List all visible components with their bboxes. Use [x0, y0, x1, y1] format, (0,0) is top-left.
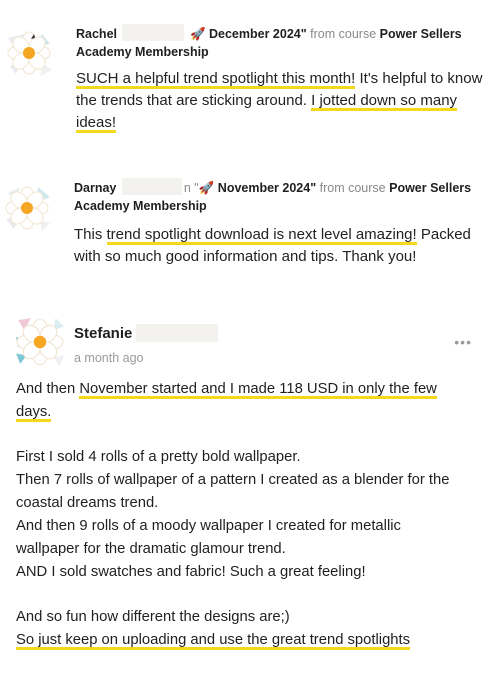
comment-card-stefanie: Stefanie a month ago ••• And then Novemb…	[0, 300, 500, 668]
course-name: Power Sellers	[389, 181, 472, 195]
highlight-text: So just keep on uploading and use the gr…	[16, 632, 411, 650]
comment-line: And so fun how different the designs are…	[16, 609, 290, 625]
comment-timestamp: a month ago	[74, 351, 144, 365]
redacted-block	[122, 24, 185, 41]
course-name-line2: Academy Membership	[74, 199, 207, 213]
highlight-text: I jotted down so many	[311, 92, 458, 111]
review-body: This trend spotlight download is next le…	[74, 224, 492, 268]
commenter-name-row: Stefanie	[74, 324, 219, 342]
reviewer-name: Rachel	[76, 27, 117, 41]
comment-text: And then	[16, 381, 80, 397]
review-meta: Rachel 🚀 December 2024" from course Powe…	[76, 24, 476, 61]
comment-line: First I sold 4 rolls of a pretty bold wa…	[16, 449, 301, 465]
review-meta: Darnay n "🚀 November 2024" from course P…	[74, 178, 486, 215]
highlight-text: November started and I made 118 USD in o…	[79, 381, 437, 399]
course-name-line2: Academy Membership	[76, 45, 209, 59]
from-course-label: from course	[310, 27, 377, 41]
highlight-text: trend spotlight download is next level a…	[106, 226, 417, 245]
reviewer-name: Darnay	[74, 181, 117, 195]
highlight-text: days.	[16, 404, 52, 422]
flower-avatar-icon	[7, 31, 52, 76]
redacted-block	[136, 324, 219, 342]
review-text: This	[74, 226, 107, 243]
comment-line: coastal dreams trend.	[16, 495, 159, 511]
product-name: 🚀 December 2024"	[189, 27, 307, 41]
comment-line: Then 7 rolls of wallpaper of a pattern I…	[16, 472, 450, 488]
review-body: SUCH a helpful trend spotlight this mont…	[76, 68, 488, 134]
product-name: 🚀 November 2024"	[198, 181, 317, 195]
redacted-block	[121, 178, 182, 195]
product-prefix: n "	[183, 181, 199, 195]
course-name: Power Sellers	[379, 27, 462, 41]
commenter-name: Stefanie	[74, 325, 133, 342]
highlight-text: ideas!	[76, 114, 117, 133]
flower-avatar-icon	[16, 318, 64, 366]
comment-line: AND I sold swatches and fabric! Such a g…	[16, 564, 366, 580]
comment-body: And then November started and I made 118…	[16, 378, 486, 652]
highlight-text: SUCH a helpful trend spotlight this mont…	[76, 70, 356, 89]
comment-line: wallpaper for the dramatic glamour trend…	[16, 541, 286, 557]
more-options-icon[interactable]: •••	[454, 334, 472, 350]
flower-avatar-icon	[5, 186, 50, 231]
comment-line: And then 9 rolls of a moody wallpaper I …	[16, 518, 401, 534]
from-course-label: from course	[319, 181, 386, 195]
